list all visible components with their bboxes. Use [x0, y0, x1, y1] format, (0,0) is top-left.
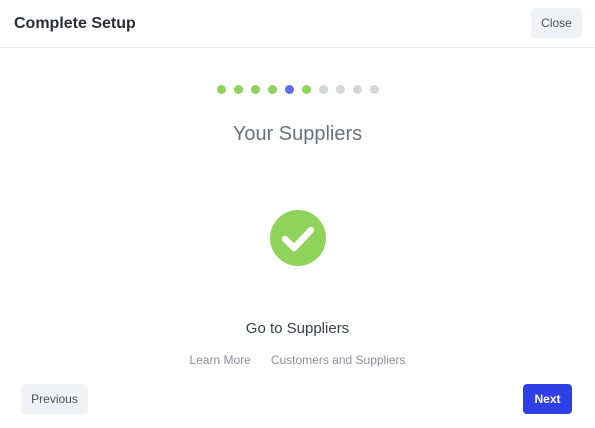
complete-setup-dialog: Complete Setup Close Your Suppliers Go t… — [0, 0, 595, 428]
step-dot-current — [284, 85, 294, 94]
go-to-suppliers-link[interactable]: Go to Suppliers — [0, 319, 595, 339]
step-dot-pending — [335, 85, 345, 94]
previous-button[interactable]: Previous — [21, 384, 88, 414]
step-dot-done — [233, 85, 243, 94]
step-dot-done — [301, 85, 311, 94]
step-dot-done — [216, 85, 226, 94]
step-dot-pending — [352, 85, 362, 94]
dialog-title: Complete Setup — [14, 15, 136, 32]
step-dot-pending — [369, 85, 379, 94]
step-indicator — [0, 85, 595, 94]
close-button[interactable]: Close — [531, 8, 582, 38]
check-circle-icon — [270, 210, 326, 266]
help-links: Learn More Customers and Suppliers — [0, 352, 595, 368]
step-dot-done — [267, 85, 277, 94]
learn-more-link[interactable]: Learn More — [189, 352, 250, 368]
step-dot-pending — [318, 85, 328, 94]
next-button[interactable]: Next — [523, 384, 572, 414]
section-title: Your Suppliers — [232, 123, 363, 145]
customers-and-suppliers-link[interactable]: Customers and Suppliers — [271, 352, 406, 368]
dialog-header: Complete Setup Close — [0, 0, 595, 48]
step-dot-done — [250, 85, 260, 94]
